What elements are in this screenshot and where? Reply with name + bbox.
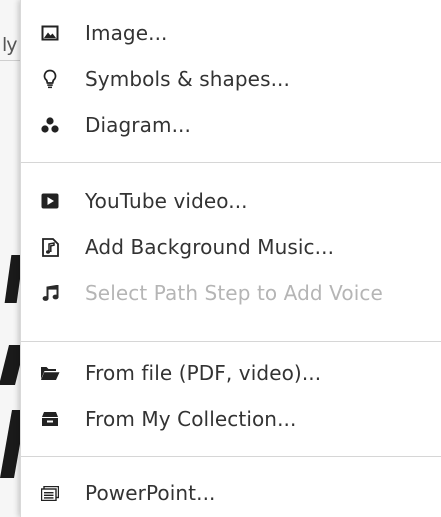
menu-item-label: Symbols & shapes...	[85, 67, 290, 91]
menu-separator	[21, 341, 441, 342]
folder-open-icon	[39, 362, 61, 384]
background-shape	[0, 410, 20, 478]
menu-item-label: Diagram...	[85, 113, 191, 137]
menu-separator	[21, 456, 441, 457]
background-shape	[0, 345, 20, 385]
background-text-fragment: ly	[2, 34, 18, 56]
menu-item-youtube-video[interactable]: YouTube video...	[21, 178, 441, 224]
menu-item-label: From My Collection...	[85, 407, 297, 431]
menu-item-from-file[interactable]: From file (PDF, video)...	[21, 350, 441, 396]
menu-item-add-voice: Select Path Step to Add Voice	[21, 270, 441, 316]
diagram-icon	[39, 114, 61, 136]
menu-item-from-my-collection[interactable]: From My Collection...	[21, 396, 441, 442]
menu-item-add-background-music[interactable]: Add Background Music...	[21, 224, 441, 270]
underlying-canvas: ly	[0, 0, 20, 517]
menu-item-label: From file (PDF, video)...	[85, 361, 322, 385]
menu-item-diagram[interactable]: Diagram...	[21, 102, 441, 148]
collection-box-icon	[39, 408, 61, 430]
menu-item-label: YouTube video...	[85, 189, 248, 213]
menu-separator	[21, 162, 441, 163]
lightbulb-icon	[39, 68, 61, 90]
insert-dropdown-menu: Image... Symbols & shapes... Diagram... …	[20, 0, 441, 517]
menu-item-label: Image...	[85, 21, 168, 45]
screen: ly Image... Symbols & shapes... Diagram.…	[0, 0, 441, 517]
menu-item-image[interactable]: Image...	[21, 10, 441, 56]
music-file-icon	[39, 236, 61, 258]
menu-item-powerpoint[interactable]: PowerPoint...	[21, 470, 441, 516]
music-note-icon	[39, 282, 61, 304]
menu-item-label: Add Background Music...	[85, 235, 335, 259]
youtube-play-icon	[39, 190, 61, 212]
menu-item-label: PowerPoint...	[85, 481, 216, 505]
menu-item-label: Select Path Step to Add Voice	[85, 281, 383, 305]
powerpoint-icon	[39, 482, 61, 504]
background-shape	[4, 255, 20, 303]
menu-item-symbols-shapes[interactable]: Symbols & shapes...	[21, 56, 441, 102]
image-icon	[39, 22, 61, 44]
background-rule	[0, 60, 20, 61]
